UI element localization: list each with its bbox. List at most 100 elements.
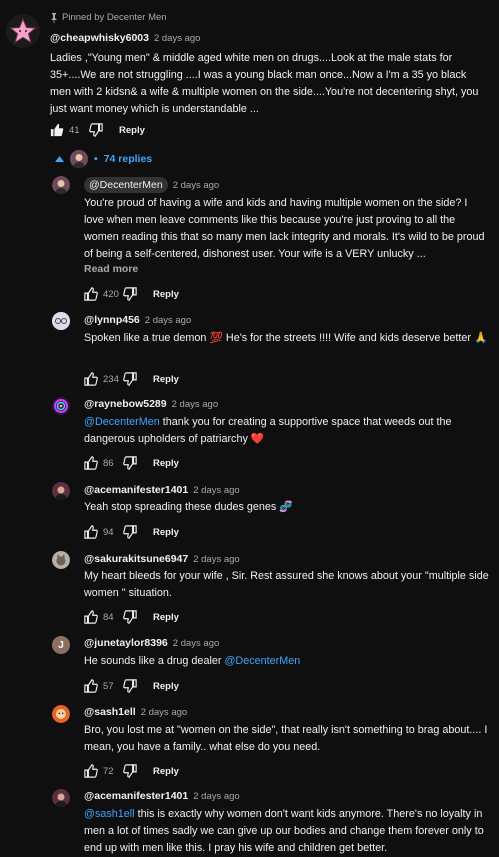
avatar[interactable] bbox=[52, 705, 70, 723]
reply-button[interactable]: Reply bbox=[153, 527, 179, 538]
comment-text: Bro, you lost me at "women on the side",… bbox=[84, 724, 488, 753]
woman-avatar-icon bbox=[52, 176, 70, 194]
comment-author[interactable]: @sakurakitsune6947 bbox=[84, 553, 188, 565]
avatar[interactable] bbox=[52, 397, 70, 415]
comment-text: @sash1ell this is exactly why women don'… bbox=[84, 806, 494, 857]
avatar[interactable] bbox=[52, 551, 70, 569]
replies-toggle[interactable]: • 74 replies bbox=[55, 150, 152, 168]
dislike-icon[interactable] bbox=[123, 456, 137, 470]
dislike-icon[interactable] bbox=[123, 764, 137, 778]
comment-author[interactable]: @acemanifester1401 bbox=[84, 484, 188, 496]
avatar[interactable]: J bbox=[52, 636, 70, 654]
like-count: 84 bbox=[103, 611, 114, 623]
pray-emoji-icon: 🙏 bbox=[474, 332, 488, 344]
text-part: this is exactly why women don't want kid… bbox=[84, 808, 484, 854]
mention-link[interactable]: @DecenterMen bbox=[84, 416, 160, 428]
comment-time[interactable]: 2 days ago bbox=[141, 707, 187, 718]
dislike-icon[interactable] bbox=[123, 372, 137, 386]
comment-header: @raynebow5289 2 days ago bbox=[84, 398, 218, 410]
avatar[interactable] bbox=[52, 789, 70, 807]
reply-button[interactable]: Reply bbox=[153, 458, 179, 469]
comment-actions: 234 Reply bbox=[84, 371, 179, 387]
text-part: He's for the streets !!!! Wife and kids … bbox=[222, 332, 475, 344]
comment-author[interactable]: @sash1ell bbox=[84, 706, 136, 718]
mention-link[interactable]: @DecenterMen bbox=[224, 655, 300, 667]
comment-author[interactable]: @DecenterMen bbox=[84, 177, 168, 193]
woman-avatar-icon bbox=[70, 150, 88, 168]
like-icon[interactable] bbox=[84, 372, 98, 386]
like-icon[interactable] bbox=[84, 456, 98, 470]
comment-header: @acemanifester1401 2 days ago bbox=[84, 790, 240, 802]
like-icon[interactable] bbox=[84, 610, 98, 624]
comment-time[interactable]: 2 days ago bbox=[154, 33, 200, 44]
like-icon[interactable] bbox=[84, 764, 98, 778]
like-count: 234 bbox=[103, 373, 119, 385]
comment-time[interactable]: 2 days ago bbox=[193, 485, 239, 496]
comment-time[interactable]: 2 days ago bbox=[145, 315, 191, 326]
comment-time[interactable]: 2 days ago bbox=[193, 554, 239, 565]
reply-button[interactable]: Reply bbox=[153, 612, 179, 623]
comment-author[interactable]: @junetaylor8396 bbox=[84, 637, 168, 649]
glasses-avatar-icon bbox=[52, 312, 70, 330]
comment-header: @lynnp456 2 days ago bbox=[84, 314, 191, 326]
comment-time[interactable]: 2 days ago bbox=[173, 180, 219, 191]
dislike-icon[interactable] bbox=[123, 610, 137, 624]
heart-emoji-icon: ❤️ bbox=[250, 433, 265, 445]
dislike-icon[interactable] bbox=[123, 287, 137, 301]
comment-author[interactable]: @lynnp456 bbox=[84, 314, 140, 326]
comment-time[interactable]: 2 days ago bbox=[172, 399, 218, 410]
dislike-icon[interactable] bbox=[89, 123, 103, 137]
comment-header: @cheapwhisky6003 2 days ago bbox=[50, 32, 200, 44]
comment-text: @DecenterMen thank you for creating a su… bbox=[84, 414, 489, 448]
dislike-icon[interactable] bbox=[123, 525, 137, 539]
comment-author[interactable]: @cheapwhisky6003 bbox=[50, 32, 149, 44]
like-icon[interactable] bbox=[84, 287, 98, 301]
woman-avatar-icon bbox=[52, 789, 70, 807]
rainbow-avatar-icon bbox=[52, 397, 70, 415]
avatar[interactable] bbox=[52, 482, 70, 500]
comment-author[interactable]: @raynebow5289 bbox=[84, 398, 167, 410]
avatar-letter: J bbox=[58, 639, 64, 651]
comment-actions: 94 Reply bbox=[84, 524, 179, 540]
comment-actions: 84 Reply bbox=[84, 609, 179, 625]
text-part: Spoken like a true demon bbox=[84, 332, 210, 344]
comment-actions: 57 Reply bbox=[84, 678, 179, 694]
comment-actions: 41 Reply bbox=[50, 122, 145, 138]
comment-actions: 420 Reply bbox=[84, 286, 179, 302]
like-icon[interactable] bbox=[84, 525, 98, 539]
face-avatar-icon bbox=[52, 705, 70, 723]
reply-button[interactable]: Reply bbox=[153, 374, 179, 385]
comment-time[interactable]: 2 days ago bbox=[173, 638, 219, 649]
cat-avatar-icon bbox=[52, 551, 70, 569]
read-more-button[interactable]: Read more bbox=[84, 263, 138, 275]
comment-text: Spoken like a true demon 💯 He's for the … bbox=[84, 330, 489, 347]
avatar[interactable] bbox=[6, 14, 40, 48]
reply-button[interactable]: Reply bbox=[153, 681, 179, 692]
comment-text: Yeah stop spreading these dudes genes 🧬 bbox=[84, 499, 489, 516]
avatar[interactable] bbox=[52, 312, 70, 330]
like-icon-filled[interactable] bbox=[50, 123, 64, 137]
comment-time[interactable]: 2 days ago bbox=[193, 791, 239, 802]
like-count: 94 bbox=[103, 526, 114, 538]
comment-header: @DecenterMen 2 days ago bbox=[84, 177, 219, 193]
like-count: 86 bbox=[103, 457, 114, 469]
mention-link[interactable]: @sash1ell bbox=[84, 808, 135, 820]
like-icon[interactable] bbox=[84, 679, 98, 693]
comment-text: My heart bleeds for your wife , Sir. Res… bbox=[84, 570, 489, 599]
woman-avatar-icon bbox=[52, 482, 70, 500]
reply-button[interactable]: Reply bbox=[119, 125, 145, 136]
comment-text: He sounds like a drug dealer @DecenterMe… bbox=[84, 653, 489, 670]
avatar[interactable] bbox=[52, 176, 70, 194]
comment-author[interactable]: @acemanifester1401 bbox=[84, 790, 188, 802]
reply-button[interactable]: Reply bbox=[153, 289, 179, 300]
dislike-icon[interactable] bbox=[123, 679, 137, 693]
comment-header: @sash1ell 2 days ago bbox=[84, 706, 187, 718]
star-avatar-icon bbox=[9, 17, 37, 44]
comment-text: You're proud of having a wife and kids a… bbox=[84, 197, 485, 260]
replies-count: 74 replies bbox=[103, 153, 153, 165]
creator-avatar bbox=[70, 150, 88, 168]
hundred-emoji-icon: 💯 bbox=[209, 332, 223, 344]
like-count: 420 bbox=[103, 288, 119, 300]
comment-actions: 72 Reply bbox=[84, 763, 179, 779]
reply-button[interactable]: Reply bbox=[153, 766, 179, 777]
